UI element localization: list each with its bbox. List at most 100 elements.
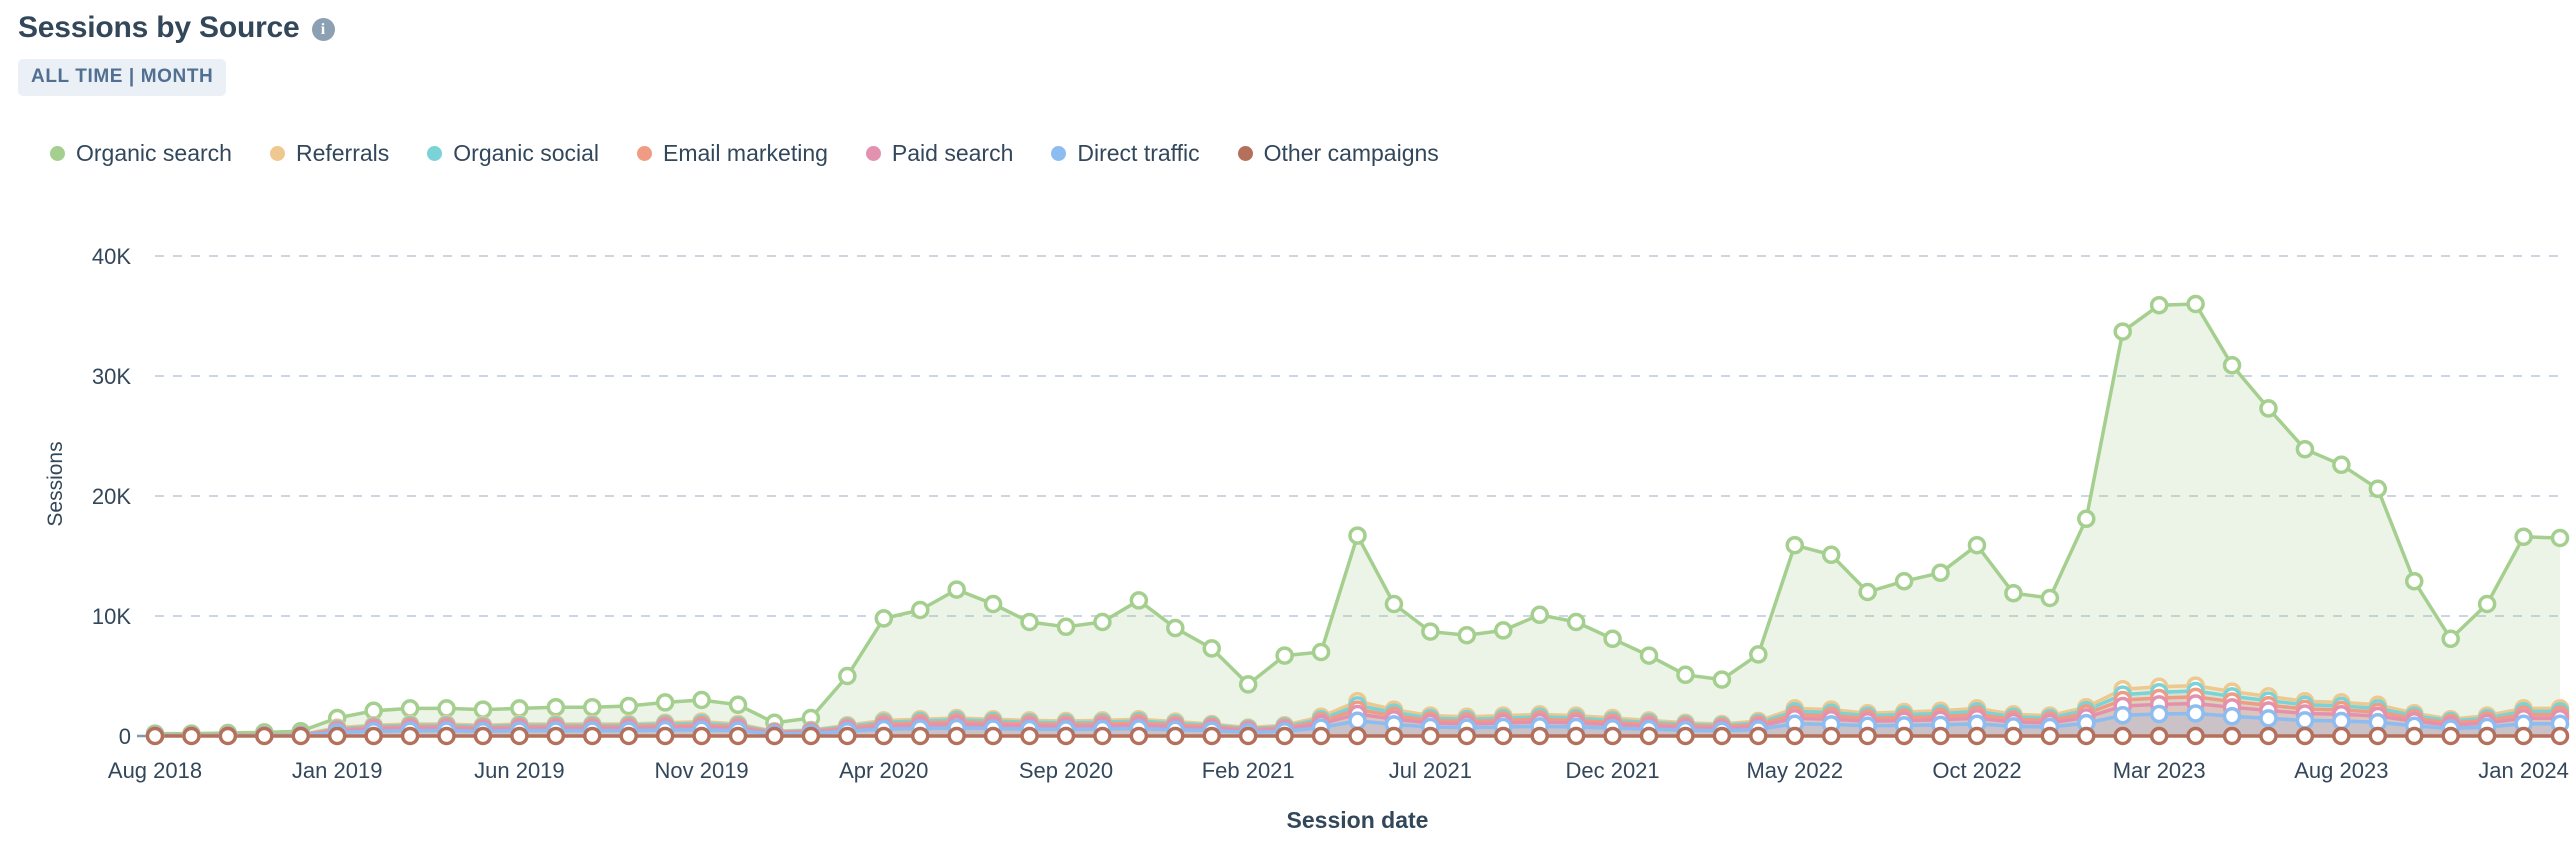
data-point-marker[interactable] xyxy=(400,726,420,746)
data-point-marker[interactable] xyxy=(1275,726,1294,746)
data-point-marker[interactable] xyxy=(1785,726,1805,746)
data-point-marker[interactable] xyxy=(1931,563,1950,583)
data-point-marker[interactable] xyxy=(546,697,566,717)
data-point-marker[interactable] xyxy=(218,726,238,746)
data-point-marker[interactable] xyxy=(2550,528,2570,548)
data-point-marker[interactable] xyxy=(619,696,638,716)
data-point-marker[interactable] xyxy=(1603,629,1622,649)
data-point-marker[interactable] xyxy=(1166,726,1185,746)
data-point-marker[interactable] xyxy=(2368,479,2388,499)
data-point-marker[interactable] xyxy=(2441,629,2460,649)
data-point-marker[interactable] xyxy=(2514,527,2533,547)
data-point-marker[interactable] xyxy=(655,726,675,746)
data-point-marker[interactable] xyxy=(437,726,456,746)
data-point-marker[interactable] xyxy=(1384,594,1404,614)
data-point-marker[interactable] xyxy=(2113,726,2132,746)
data-point-marker[interactable] xyxy=(2404,726,2424,746)
data-point-marker[interactable] xyxy=(1348,711,1367,731)
data-point-marker[interactable] xyxy=(1967,726,1987,746)
data-point-marker[interactable] xyxy=(2477,726,2497,746)
data-point-marker[interactable] xyxy=(1603,726,1622,746)
data-point-marker[interactable] xyxy=(1749,645,1768,664)
data-point-marker[interactable] xyxy=(2404,571,2424,591)
data-point-marker[interactable] xyxy=(1421,726,1440,746)
chart-svg[interactable]: 0 10K 20K 30K 40K Sessions Aug 2018 Jan 2019 Jun… xyxy=(0,0,2576,848)
data-point-marker[interactable] xyxy=(1384,726,1404,746)
data-point-marker[interactable] xyxy=(1566,612,1586,632)
data-point-marker[interactable] xyxy=(2222,706,2242,726)
data-point-marker[interactable] xyxy=(327,726,347,746)
data-point-marker[interactable] xyxy=(838,726,857,746)
data-point-marker[interactable] xyxy=(1821,545,1841,565)
data-point-marker[interactable] xyxy=(1056,617,1076,637)
data-point-marker[interactable] xyxy=(874,609,894,628)
data-point-marker[interactable] xyxy=(1676,726,1695,746)
data-point-marker[interactable] xyxy=(655,693,675,712)
data-point-marker[interactable] xyxy=(2332,455,2351,475)
data-point-marker[interactable] xyxy=(1129,726,1149,746)
data-point-marker[interactable] xyxy=(2077,509,2096,529)
data-point-marker[interactable] xyxy=(1020,612,1039,632)
data-point-marker[interactable] xyxy=(2186,704,2205,723)
data-point-marker[interactable] xyxy=(1858,726,1877,746)
data-point-marker[interactable] xyxy=(1348,726,1367,746)
data-point-marker[interactable] xyxy=(2004,583,2023,603)
data-point-marker[interactable] xyxy=(2077,726,2096,746)
data-point-marker[interactable] xyxy=(2295,711,2315,730)
data-point-marker[interactable] xyxy=(692,726,711,746)
data-point-marker[interactable] xyxy=(838,666,857,686)
data-point-marker[interactable] xyxy=(947,726,966,746)
data-point-marker[interactable] xyxy=(983,726,1003,746)
data-point-marker[interactable] xyxy=(1785,535,1805,555)
data-point-marker[interactable] xyxy=(546,726,566,746)
data-point-marker[interactable] xyxy=(2186,294,2205,314)
data-point-marker[interactable] xyxy=(1056,726,1076,746)
data-point-marker[interactable] xyxy=(1093,726,1112,746)
data-point-marker[interactable] xyxy=(1821,726,1841,746)
data-point-marker[interactable] xyxy=(1202,639,1221,658)
data-point-marker[interactable] xyxy=(583,697,602,717)
data-point-marker[interactable] xyxy=(2332,726,2351,746)
data-point-marker[interactable] xyxy=(1202,726,1221,746)
data-point-marker[interactable] xyxy=(2259,709,2278,728)
data-point-marker[interactable] xyxy=(2149,295,2169,315)
data-point-marker[interactable] xyxy=(1311,642,1331,662)
data-point-marker[interactable] xyxy=(510,699,529,718)
data-point-marker[interactable] xyxy=(2113,705,2132,725)
data-point-marker[interactable] xyxy=(2441,726,2460,746)
data-point-marker[interactable] xyxy=(2259,726,2278,746)
data-point-marker[interactable] xyxy=(2550,726,2570,746)
data-point-marker[interactable] xyxy=(2295,439,2315,459)
data-point-marker[interactable] xyxy=(692,690,711,710)
data-point-marker[interactable] xyxy=(1858,582,1877,602)
data-point-marker[interactable] xyxy=(728,726,748,746)
data-point-marker[interactable] xyxy=(1676,665,1695,685)
data-point-marker[interactable] xyxy=(1457,625,1477,645)
data-point-marker[interactable] xyxy=(1639,646,1659,665)
data-point-marker[interactable] xyxy=(801,726,821,746)
data-point-marker[interactable] xyxy=(1093,612,1112,632)
data-point-marker[interactable] xyxy=(2332,711,2351,731)
data-point-marker[interactable] xyxy=(619,726,638,746)
data-point-marker[interactable] xyxy=(1421,622,1440,641)
data-point-marker[interactable] xyxy=(2113,322,2132,341)
data-point-marker[interactable] xyxy=(910,600,930,620)
data-point-marker[interactable] xyxy=(255,726,274,746)
data-point-marker[interactable] xyxy=(1639,726,1659,746)
data-point-marker[interactable] xyxy=(1712,726,1732,746)
data-point-marker[interactable] xyxy=(1238,726,1258,746)
data-point-marker[interactable] xyxy=(1311,726,1331,746)
data-point-marker[interactable] xyxy=(947,580,966,599)
data-point-marker[interactable] xyxy=(2222,726,2242,746)
data-point-marker[interactable] xyxy=(1275,646,1294,665)
data-point-marker[interactable] xyxy=(182,726,201,746)
data-point-marker[interactable] xyxy=(1020,726,1039,746)
data-point-marker[interactable] xyxy=(2004,726,2023,746)
data-point-marker[interactable] xyxy=(473,726,493,746)
data-point-marker[interactable] xyxy=(765,726,784,746)
data-point-marker[interactable] xyxy=(2514,726,2533,746)
data-point-marker[interactable] xyxy=(2222,355,2242,375)
data-point-marker[interactable] xyxy=(1129,591,1149,610)
data-point-marker[interactable] xyxy=(2149,704,2169,724)
data-point-marker[interactable] xyxy=(437,699,456,718)
